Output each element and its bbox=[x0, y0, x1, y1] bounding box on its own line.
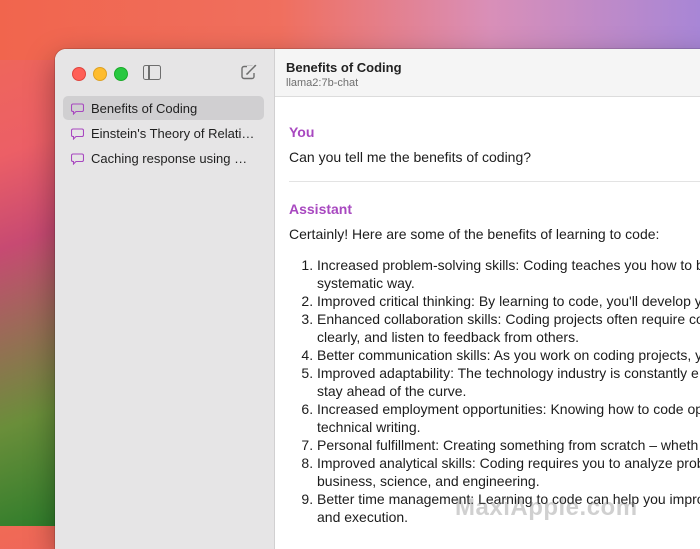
chat-item-label: Einstein's Theory of Relativity bbox=[91, 125, 256, 141]
chat-list: Benefits of Coding Einstein's Theory of … bbox=[63, 96, 264, 171]
message-list: You Can you tell me the benefits of codi… bbox=[275, 124, 700, 526]
user-message: Can you tell me the benefits of coding? bbox=[289, 149, 532, 165]
user-role-label: You bbox=[289, 124, 315, 140]
list-item: Enhanced collaboration skills: Coding pr… bbox=[317, 310, 700, 346]
chat-item-benefits-of-coding[interactable]: Benefits of Coding bbox=[63, 96, 264, 120]
chat-bubble-icon bbox=[70, 102, 85, 115]
assistant-role-label: Assistant bbox=[289, 201, 353, 217]
chat-item-label: Benefits of Coding bbox=[91, 100, 198, 116]
list-item: Improved critical thinking: By learning … bbox=[317, 292, 700, 310]
list-item: Increased employment opportunities: Know… bbox=[317, 400, 700, 436]
model-name: llama2:7b-chat bbox=[286, 77, 359, 89]
sidebar: Benefits of Coding Einstein's Theory of … bbox=[55, 49, 275, 549]
app-window: Benefits of Coding Einstein's Theory of … bbox=[55, 49, 700, 549]
list-item: Better communication skills: As you work… bbox=[317, 346, 700, 364]
sidebar-toggle-icon[interactable] bbox=[143, 65, 161, 80]
watermark: MaxiApple.com bbox=[455, 494, 638, 521]
chat-bubble-icon bbox=[70, 152, 85, 165]
benefits-list: Increased problem-solving skills: Coding… bbox=[289, 256, 700, 526]
close-window-button[interactable] bbox=[72, 67, 86, 81]
list-item: Personal fulfillment: Creating something… bbox=[317, 436, 700, 454]
conversation-pane: Benefits of Coding llama2:7b-chat You Ca… bbox=[275, 49, 700, 549]
minimize-window-button[interactable] bbox=[93, 67, 107, 81]
window-controls bbox=[72, 67, 128, 81]
list-item: Increased problem-solving skills: Coding… bbox=[317, 256, 700, 292]
chat-header: Benefits of Coding llama2:7b-chat bbox=[275, 49, 700, 97]
assistant-intro: Certainly! Here are some of the benefits… bbox=[289, 226, 660, 242]
zoom-window-button[interactable] bbox=[114, 67, 128, 81]
message-divider bbox=[289, 181, 700, 182]
list-item: Improved adaptability: The technology in… bbox=[317, 364, 700, 400]
chat-title: Benefits of Coding bbox=[286, 60, 402, 75]
chat-item-einsteins-theory[interactable]: Einstein's Theory of Relativity bbox=[63, 121, 264, 145]
chat-item-caching-response[interactable]: Caching response using NS… bbox=[63, 146, 264, 170]
chat-bubble-icon bbox=[70, 127, 85, 140]
list-item: Improved analytical skills: Coding requi… bbox=[317, 454, 700, 490]
new-chat-icon[interactable] bbox=[241, 64, 257, 80]
chat-item-label: Caching response using NS… bbox=[91, 150, 256, 166]
